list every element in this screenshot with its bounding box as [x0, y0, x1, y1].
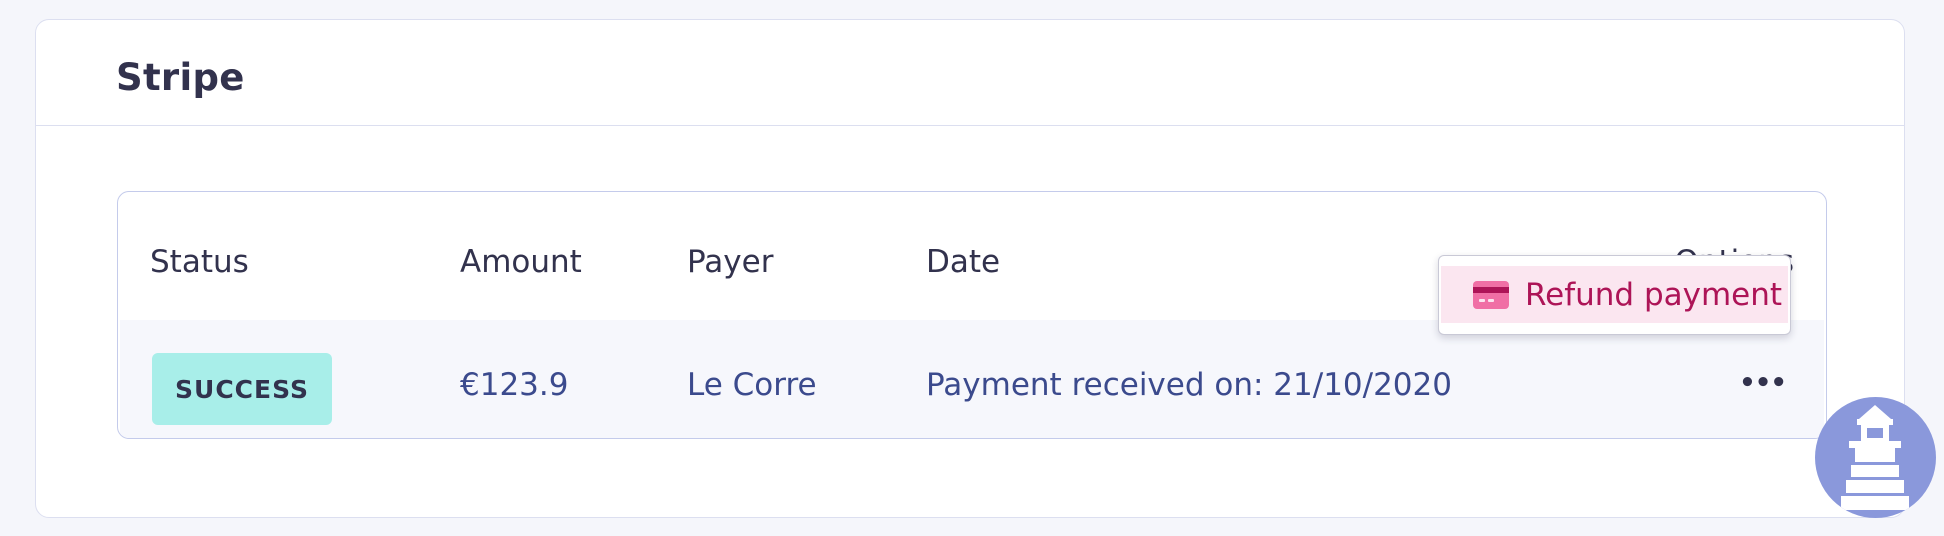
credit-card-icon — [1473, 280, 1509, 309]
column-header-amount: Amount — [460, 244, 582, 280]
amount-cell: €123.9 — [460, 367, 569, 403]
refund-payment-menu-item[interactable]: Refund payment — [1441, 266, 1788, 323]
refund-payment-label: Refund payment — [1525, 276, 1783, 313]
date-cell: Payment received on: 21/10/2020 — [926, 367, 1452, 403]
card-title: Stripe — [116, 56, 245, 99]
lighthouse-icon — [1841, 405, 1909, 510]
table-row: SUCCESS €123.9 Le Corre Payment received… — [120, 320, 1824, 438]
column-header-status: Status — [150, 244, 249, 280]
payer-cell: Le Corre — [687, 367, 817, 403]
column-header-payer: Payer — [687, 244, 774, 280]
row-options-button[interactable]: ••• — [1739, 368, 1787, 398]
options-popover: Refund payment — [1438, 255, 1791, 335]
help-widget-button[interactable] — [1815, 397, 1936, 518]
card-header — [36, 20, 1904, 126]
ellipsis-icon: ••• — [1739, 368, 1787, 398]
status-badge: SUCCESS — [152, 353, 332, 425]
column-header-date: Date — [926, 244, 1001, 280]
